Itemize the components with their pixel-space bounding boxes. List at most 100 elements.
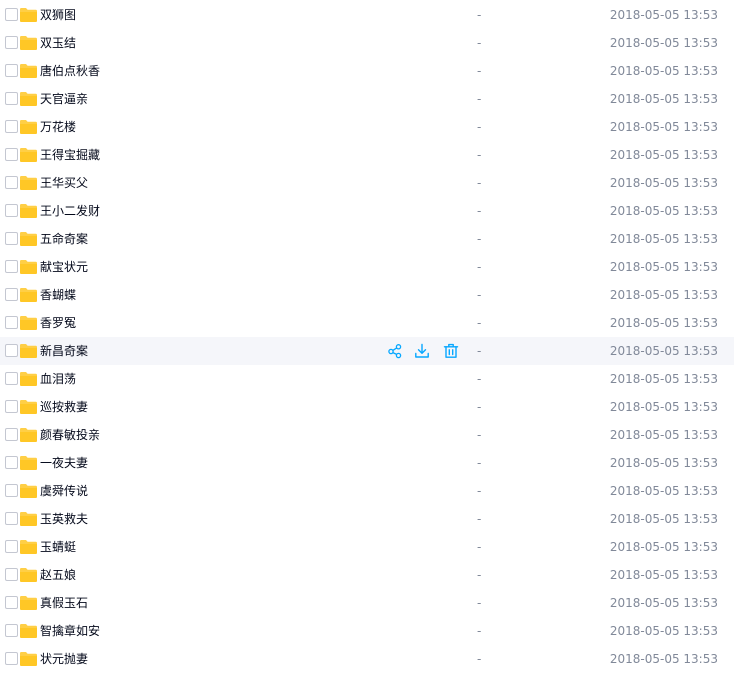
modified-date: 2018-05-05 13:53: [609, 400, 718, 414]
file-name[interactable]: 献宝状元: [40, 253, 88, 281]
file-name[interactable]: 赵五娘: [40, 561, 76, 589]
modified-date: 2018-05-05 13:53: [609, 92, 718, 106]
row-checkbox[interactable]: [5, 288, 18, 301]
file-name[interactable]: 巡按救妻: [40, 393, 88, 421]
row-checkbox[interactable]: [5, 344, 18, 357]
file-name[interactable]: 玉蜻蜓: [40, 533, 76, 561]
file-list: 双狮图 - 2018-05-05 13:53 双玉结 - 2018-05-05 …: [0, 0, 734, 673]
folder-icon: [20, 259, 37, 274]
file-row[interactable]: 王小二发财 - 2018-05-05 13:53: [0, 197, 734, 225]
file-row[interactable]: 献宝状元 - 2018-05-05 13:53: [0, 253, 734, 281]
modified-date: 2018-05-05 13:53: [609, 652, 718, 666]
file-name[interactable]: 血泪荡: [40, 365, 76, 393]
file-row[interactable]: 赵五娘 - 2018-05-05 13:53: [0, 561, 734, 589]
file-size: -: [477, 372, 482, 386]
file-row[interactable]: 巡按救妻 - 2018-05-05 13:53: [0, 393, 734, 421]
share-icon[interactable]: [387, 343, 403, 359]
folder-icon: [20, 483, 37, 498]
delete-icon[interactable]: [443, 343, 459, 359]
file-name[interactable]: 王得宝掘藏: [40, 141, 100, 169]
modified-date: 2018-05-05 13:53: [609, 456, 718, 470]
row-checkbox[interactable]: [5, 596, 18, 609]
row-checkbox[interactable]: [5, 36, 18, 49]
file-size: -: [477, 596, 482, 610]
file-name[interactable]: 唐伯点秋香: [40, 57, 100, 85]
file-row[interactable]: 双玉结 - 2018-05-05 13:53: [0, 29, 734, 57]
file-name[interactable]: 双狮图: [40, 1, 76, 29]
row-checkbox[interactable]: [5, 652, 18, 665]
file-row[interactable]: 状元抛妻 - 2018-05-05 13:53: [0, 645, 734, 673]
file-row[interactable]: 智擒章如安 - 2018-05-05 13:53: [0, 617, 734, 645]
file-size: -: [477, 512, 482, 526]
file-row[interactable]: 血泪荡 - 2018-05-05 13:53: [0, 365, 734, 393]
row-checkbox[interactable]: [5, 92, 18, 105]
row-checkbox[interactable]: [5, 64, 18, 77]
file-row[interactable]: 玉蜻蜓 - 2018-05-05 13:53: [0, 533, 734, 561]
folder-icon: [20, 315, 37, 330]
modified-date: 2018-05-05 13:53: [609, 232, 718, 246]
file-row[interactable]: 王得宝掘藏 - 2018-05-05 13:53: [0, 141, 734, 169]
row-checkbox[interactable]: [5, 232, 18, 245]
file-name[interactable]: 万花楼: [40, 113, 76, 141]
file-row[interactable]: 一夜夫妻 - 2018-05-05 13:53: [0, 449, 734, 477]
file-row[interactable]: 新昌奇案 - 2018-05-05 13:53: [0, 337, 734, 365]
file-name[interactable]: 王华买父: [40, 169, 88, 197]
file-name[interactable]: 状元抛妻: [40, 645, 88, 673]
file-row[interactable]: 五命奇案 - 2018-05-05 13:53: [0, 225, 734, 253]
file-name[interactable]: 五命奇案: [40, 225, 88, 253]
folder-icon: [20, 175, 37, 190]
row-checkbox[interactable]: [5, 456, 18, 469]
file-name[interactable]: 香罗冤: [40, 309, 76, 337]
row-checkbox[interactable]: [5, 204, 18, 217]
file-name[interactable]: 香蝴蝶: [40, 281, 76, 309]
file-size: -: [477, 288, 482, 302]
file-row[interactable]: 唐伯点秋香 - 2018-05-05 13:53: [0, 57, 734, 85]
file-size: -: [477, 8, 482, 22]
file-name[interactable]: 双玉结: [40, 29, 76, 57]
row-checkbox[interactable]: [5, 260, 18, 273]
file-size: -: [477, 624, 482, 638]
file-name[interactable]: 虞舜传说: [40, 477, 88, 505]
file-size: -: [477, 344, 482, 358]
file-row[interactable]: 天官逼亲 - 2018-05-05 13:53: [0, 85, 734, 113]
row-checkbox[interactable]: [5, 512, 18, 525]
file-row[interactable]: 王华买父 - 2018-05-05 13:53: [0, 169, 734, 197]
file-row[interactable]: 香蝴蝶 - 2018-05-05 13:53: [0, 281, 734, 309]
file-size: -: [477, 260, 482, 274]
row-checkbox[interactable]: [5, 428, 18, 441]
file-name[interactable]: 新昌奇案: [40, 337, 88, 365]
file-name[interactable]: 玉英救夫: [40, 505, 88, 533]
file-size: -: [477, 428, 482, 442]
file-row[interactable]: 万花楼 - 2018-05-05 13:53: [0, 113, 734, 141]
file-name[interactable]: 王小二发财: [40, 197, 100, 225]
download-icon[interactable]: [414, 343, 430, 359]
file-row[interactable]: 颜春敏投亲 - 2018-05-05 13:53: [0, 421, 734, 449]
row-checkbox[interactable]: [5, 484, 18, 497]
file-name[interactable]: 真假玉石: [40, 589, 88, 617]
modified-date: 2018-05-05 13:53: [609, 372, 718, 386]
file-name[interactable]: 智擒章如安: [40, 617, 100, 645]
row-checkbox[interactable]: [5, 400, 18, 413]
row-checkbox[interactable]: [5, 148, 18, 161]
row-checkbox[interactable]: [5, 372, 18, 385]
row-checkbox[interactable]: [5, 316, 18, 329]
row-checkbox[interactable]: [5, 176, 18, 189]
file-row[interactable]: 真假玉石 - 2018-05-05 13:53: [0, 589, 734, 617]
modified-date: 2018-05-05 13:53: [609, 148, 718, 162]
row-checkbox[interactable]: [5, 8, 18, 21]
folder-icon: [20, 511, 37, 526]
file-row[interactable]: 香罗冤 - 2018-05-05 13:53: [0, 309, 734, 337]
folder-icon: [20, 91, 37, 106]
row-checkbox[interactable]: [5, 540, 18, 553]
row-checkbox[interactable]: [5, 120, 18, 133]
folder-icon: [20, 63, 37, 78]
file-name[interactable]: 一夜夫妻: [40, 449, 88, 477]
file-row[interactable]: 虞舜传说 - 2018-05-05 13:53: [0, 477, 734, 505]
file-name[interactable]: 天官逼亲: [40, 85, 88, 113]
row-checkbox[interactable]: [5, 624, 18, 637]
file-row[interactable]: 玉英救夫 - 2018-05-05 13:53: [0, 505, 734, 533]
file-row[interactable]: 双狮图 - 2018-05-05 13:53: [0, 1, 734, 29]
file-size: -: [477, 148, 482, 162]
row-checkbox[interactable]: [5, 568, 18, 581]
file-name[interactable]: 颜春敏投亲: [40, 421, 100, 449]
